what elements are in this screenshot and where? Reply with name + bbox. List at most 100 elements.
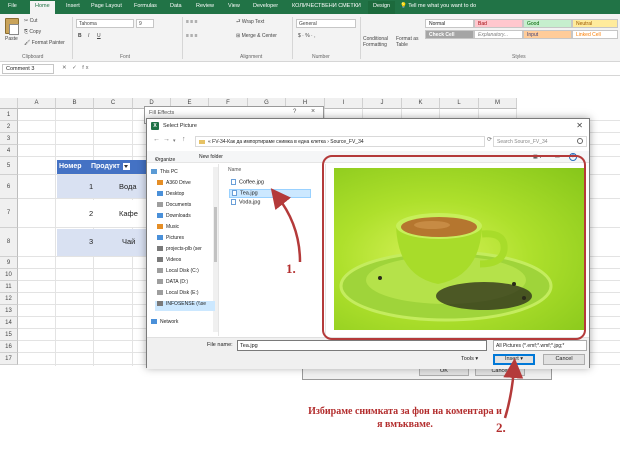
tab-developer[interactable]: Developer: [253, 3, 278, 9]
row-header[interactable]: 14: [0, 317, 18, 329]
row-header[interactable]: 16: [0, 341, 18, 353]
cut-button[interactable]: ✂ Cut: [24, 18, 37, 24]
nav-item[interactable]: A360 Drive: [157, 180, 191, 190]
conditional-formatting-button[interactable]: Conditional Formatting: [363, 36, 393, 48]
row-header[interactable]: 11: [0, 281, 18, 293]
scrollbar-thumb[interactable]: [214, 207, 217, 262]
cancel-button[interactable]: Cancel: [543, 354, 585, 365]
italic-button[interactable]: I: [88, 33, 89, 39]
tab-home[interactable]: Home: [30, 1, 55, 14]
close-icon[interactable]: ×: [311, 108, 315, 115]
column-header[interactable]: M: [479, 98, 517, 109]
style-explanatory[interactable]: Explanatory...: [474, 30, 523, 39]
row-header[interactable]: 1: [0, 109, 18, 121]
refresh-icon[interactable]: ⟳: [487, 136, 492, 143]
font-size-select[interactable]: 9: [136, 19, 154, 28]
tab-file[interactable]: File: [8, 3, 17, 9]
nav-item[interactable]: Network: [151, 319, 178, 329]
cell-nomer[interactable]: 1: [89, 182, 93, 191]
tab-data[interactable]: Data: [170, 3, 182, 9]
merge-center-button[interactable]: ⊞ Merge & Center: [236, 33, 277, 39]
file-name-input[interactable]: Tea.jpg: [237, 340, 487, 351]
nav-item[interactable]: Documents: [157, 202, 191, 212]
tab-design[interactable]: Design: [368, 1, 396, 14]
currency-icon[interactable]: $ · % · ,: [298, 33, 316, 39]
number-format-select[interactable]: General: [296, 19, 356, 28]
column-header[interactable]: C: [94, 98, 133, 109]
style-check-cell[interactable]: Check Cell: [425, 30, 474, 39]
column-header[interactable]: I: [325, 98, 363, 109]
column-header[interactable]: L: [440, 98, 479, 109]
fx-icon[interactable]: ✕ ✓ fx: [62, 65, 91, 71]
file-item-selected[interactable]: Tea.jpg: [229, 189, 311, 198]
filter-dropdown-icon[interactable]: [122, 162, 130, 170]
column-header[interactable]: K: [402, 98, 440, 109]
nav-item[interactable]: Local Disk (C:): [157, 268, 199, 278]
tab-insert[interactable]: Insert: [66, 3, 80, 9]
row-header[interactable]: 2: [0, 121, 18, 133]
cell-nomer[interactable]: 3: [89, 237, 93, 246]
align-left-icon[interactable]: ≡ ≡ ≡: [186, 33, 198, 39]
nav-item[interactable]: projects-plb (ser: [157, 246, 202, 256]
column-header[interactable]: J: [363, 98, 402, 109]
up-arrow-icon[interactable]: ↑: [182, 136, 186, 143]
nav-item[interactable]: Desktop: [157, 191, 184, 201]
tab-page-layout[interactable]: Page Layout: [91, 3, 122, 9]
column-header[interactable]: B: [56, 98, 94, 109]
bold-button[interactable]: B: [78, 33, 82, 39]
wrap-text-button[interactable]: ⮐ Wrap Text: [236, 19, 264, 27]
nav-item[interactable]: Downloads: [157, 213, 191, 223]
file-type-select[interactable]: All Pictures (*.emf;*.wmf;*.jpg;*: [493, 340, 587, 351]
nav-item[interactable]: Music: [157, 224, 179, 234]
tab-view[interactable]: View: [228, 3, 240, 9]
row-header[interactable]: 7: [0, 199, 18, 228]
copy-button[interactable]: ⎘ Copy: [24, 29, 41, 35]
tab-kolichestveni-smetki[interactable]: КОЛИЧЕСТВЕНИ СМЕТКИ: [292, 3, 361, 9]
tell-me-box[interactable]: 💡 Tell me what you want to do: [400, 3, 476, 9]
style-normal[interactable]: Normal: [425, 19, 474, 28]
row-header[interactable]: 4: [0, 145, 18, 157]
row-header[interactable]: 9: [0, 257, 18, 269]
cell-produkt[interactable]: Чай: [122, 237, 135, 246]
font-name-select[interactable]: Tahoma: [76, 19, 134, 28]
help-button[interactable]: ?: [293, 109, 296, 115]
new-folder-button[interactable]: New folder: [199, 154, 223, 160]
nav-item[interactable]: Pictures: [157, 235, 184, 245]
underline-button[interactable]: U: [97, 33, 101, 39]
recent-chevron-icon[interactable]: ▾: [173, 138, 176, 144]
table-header-nomer[interactable]: Номер: [57, 160, 89, 184]
nav-item[interactable]: INFOSENSE (\\se: [155, 301, 215, 311]
table-header-produkt[interactable]: Продукт: [89, 160, 147, 174]
align-top-icon[interactable]: ≡ ≡ ≡: [186, 19, 198, 25]
row-header[interactable]: 10: [0, 269, 18, 281]
cell-produkt[interactable]: Вода: [119, 182, 137, 191]
search-input[interactable]: Search Source_FV_34: [493, 136, 587, 147]
style-good[interactable]: Good: [523, 19, 572, 28]
back-arrow-icon[interactable]: ←: [153, 136, 160, 143]
tab-review[interactable]: Review: [196, 3, 214, 9]
style-linked-cell[interactable]: Linked Cell: [572, 30, 618, 39]
file-item[interactable]: Coffee.jpg: [229, 179, 311, 188]
nav-item[interactable]: This PC: [151, 169, 178, 179]
cell-produkt[interactable]: Кафе: [119, 209, 138, 218]
paste-icon[interactable]: [5, 18, 19, 35]
tab-formulas[interactable]: Formulas: [134, 3, 157, 9]
insert-button[interactable]: Insert ▾: [493, 354, 535, 365]
row-header[interactable]: 6: [0, 175, 18, 199]
name-box[interactable]: Comment 3: [2, 64, 54, 74]
row-header[interactable]: 12: [0, 293, 18, 305]
nav-item[interactable]: Videos: [157, 257, 181, 267]
format-as-table-button[interactable]: Format as Table: [396, 36, 422, 48]
row-header[interactable]: 5: [0, 157, 18, 175]
style-neutral[interactable]: Neutral: [572, 19, 618, 28]
nav-item[interactable]: DATA (D:): [157, 279, 188, 289]
column-header[interactable]: A: [18, 98, 56, 109]
tools-button[interactable]: Tools ▾: [461, 356, 478, 362]
address-path[interactable]: « FV-34-Как да импортираме снимка в една…: [195, 136, 485, 147]
style-input[interactable]: Input: [523, 30, 572, 39]
forward-arrow-icon[interactable]: →: [163, 136, 170, 143]
close-icon[interactable]: ✕: [576, 121, 583, 130]
style-bad[interactable]: Bad: [474, 19, 523, 28]
cell-nomer[interactable]: 2: [89, 209, 93, 218]
format-painter-button[interactable]: 🖌 Format Painter: [24, 40, 65, 46]
